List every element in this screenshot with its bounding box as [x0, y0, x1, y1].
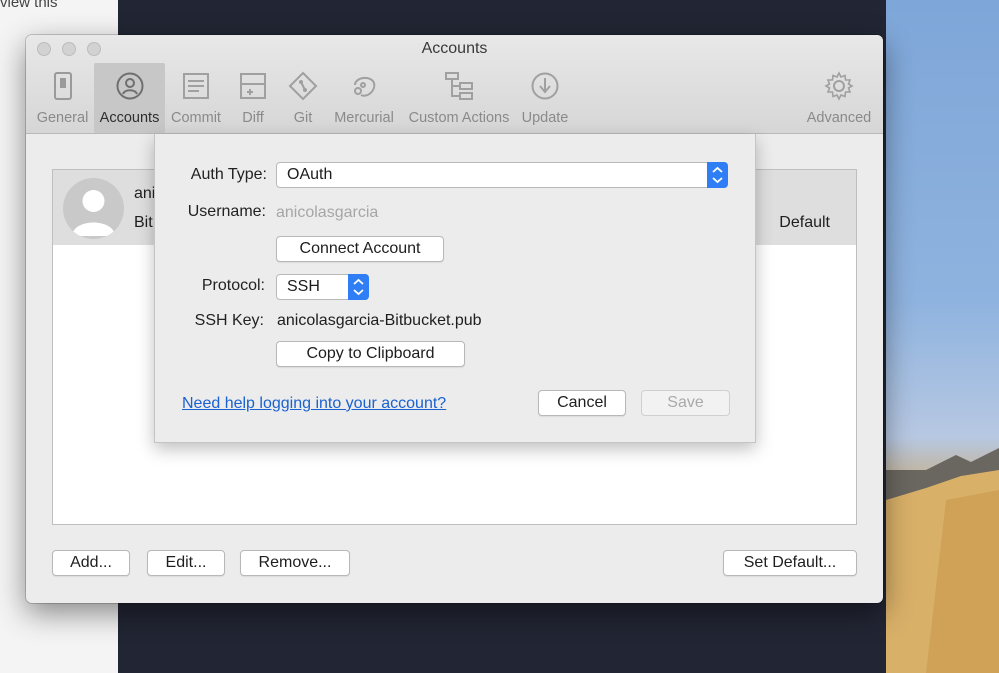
tab-mercurial-label: Mercurial	[334, 110, 394, 126]
update-icon	[531, 72, 559, 100]
auth-type-value: OAuth	[287, 166, 333, 183]
ssh-key-value: anicolasgarcia-Bitbucket.pub	[277, 312, 482, 329]
ssh-key-label: SSH Key:	[194, 312, 264, 329]
tab-update-label: Update	[521, 110, 569, 126]
auth-type-select[interactable]: OAuth	[276, 162, 728, 188]
username-value: anicolasgarcia	[276, 204, 379, 221]
cancel-button[interactable]: Cancel	[538, 390, 626, 416]
account-settings-sheet: Auth Type: OAuth Username: anicolasgarci…	[154, 134, 756, 443]
user-avatar-icon	[72, 190, 115, 236]
tab-general-label: General	[36, 110, 89, 126]
tab-mercurial[interactable]: Mercurial	[330, 63, 398, 133]
tab-update[interactable]: Update	[518, 63, 572, 133]
git-icon	[288, 71, 318, 101]
account-host: Bit	[134, 214, 153, 231]
tab-accounts-label: Accounts	[99, 110, 160, 126]
general-icon	[53, 72, 72, 100]
tab-custom-actions-label: Custom Actions	[408, 110, 510, 126]
avatar	[63, 178, 124, 239]
username-label: Username:	[187, 203, 266, 220]
copy-to-clipboard-button[interactable]: Copy to Clipboard	[276, 341, 465, 367]
gear-icon	[824, 71, 854, 101]
mercurial-icon	[354, 77, 376, 97]
tab-git-label: Git	[293, 110, 313, 126]
add-account-button[interactable]: Add...	[52, 550, 130, 576]
tab-commit-label: Commit	[171, 110, 221, 126]
auth-type-label: Auth Type:	[190, 166, 267, 183]
diff-icon	[240, 73, 266, 99]
background-text: view this	[0, 0, 58, 11]
protocol-value: SSH	[287, 278, 320, 295]
desktop-wallpaper	[886, 0, 999, 673]
protocol-label: Protocol:	[201, 277, 265, 294]
tab-custom-actions[interactable]: Custom Actions	[404, 63, 514, 133]
protocol-chevron-icon	[348, 274, 369, 300]
auth-type-chevron-icon	[707, 162, 728, 188]
tab-commit[interactable]: Commit	[167, 63, 225, 133]
save-button[interactable]: Save	[641, 390, 730, 416]
connect-account-button[interactable]: Connect Account	[276, 236, 444, 262]
edit-account-button[interactable]: Edit...	[147, 550, 225, 576]
help-link[interactable]: Need help logging into your account?	[182, 395, 446, 413]
tab-git[interactable]: Git	[283, 63, 323, 133]
account-name: ani	[134, 185, 156, 202]
window-titlebar: Accounts General Accounts Commit Diff Gi…	[26, 35, 883, 134]
protocol-select[interactable]: SSH	[276, 274, 369, 300]
remove-account-button[interactable]: Remove...	[240, 550, 350, 576]
tab-diff[interactable]: Diff	[230, 63, 276, 133]
accounts-icon	[116, 72, 143, 100]
default-badge: Default	[779, 214, 830, 231]
tab-accounts[interactable]: Accounts	[94, 63, 165, 133]
tab-diff-label: Diff	[242, 110, 264, 126]
set-default-button[interactable]: Set Default...	[723, 550, 857, 576]
accounts-window: Accounts General Accounts Commit Diff Gi…	[26, 35, 883, 603]
window-title: Accounts	[421, 40, 488, 57]
tab-advanced-label: Advanced	[806, 110, 872, 126]
tab-general[interactable]: General	[32, 63, 93, 133]
tab-advanced[interactable]: Advanced	[804, 63, 874, 133]
custom-actions-icon	[445, 72, 473, 100]
commit-icon	[183, 73, 209, 99]
